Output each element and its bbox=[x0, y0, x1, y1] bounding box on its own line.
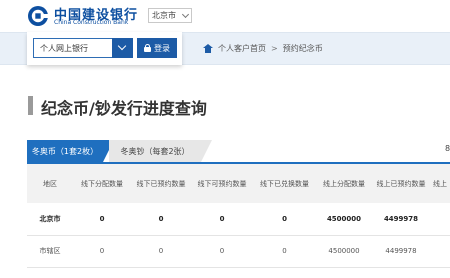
table-cell: 4500000 bbox=[326, 214, 362, 223]
lock-icon bbox=[144, 44, 151, 52]
table-cell: 0 bbox=[158, 214, 164, 223]
table-cell: 0 bbox=[99, 247, 105, 255]
table-cell bbox=[430, 203, 450, 235]
table-cell: 4500000 bbox=[328, 247, 360, 255]
table-cell: 0 bbox=[219, 247, 225, 255]
tab-olympic-coin[interactable]: 冬奥币（1套2枚） bbox=[27, 140, 114, 162]
login-button[interactable]: 登录 bbox=[137, 38, 177, 58]
progress-table: 地区 线下分配数量 线下已预约数量 线下可预约数量 线下已兑换数量 线上分配数量… bbox=[27, 162, 450, 278]
page-title: 纪念币/钞发行进度查询 bbox=[41, 99, 207, 118]
login-type-value: 个人网上银行 bbox=[40, 43, 88, 53]
ccb-logo-icon[interactable] bbox=[27, 5, 49, 27]
tab-partial[interactable]: 8 bbox=[445, 144, 450, 153]
column-header: 线下已预约数量 bbox=[136, 179, 186, 188]
table-cell bbox=[430, 235, 450, 267]
table-cell: 0 bbox=[282, 247, 287, 255]
breadcrumb-home[interactable]: 个人客户首页 bbox=[218, 43, 266, 54]
table-cell: 0 bbox=[158, 247, 164, 255]
site-header: 中国建设银行 China Construction Bank 北京市 bbox=[0, 0, 450, 32]
table-header-row: 地区 线下分配数量 线下已预约数量 线下可预约数量 线下已兑换数量 线上分配数量… bbox=[27, 164, 450, 203]
tab-label: 冬奥钞（每套2张） bbox=[120, 146, 190, 156]
table-cell: 4499978 bbox=[385, 247, 417, 255]
city-label: 北京市 bbox=[152, 11, 176, 20]
title-accent-bar bbox=[28, 96, 33, 115]
column-header: 线下可预约数量 bbox=[197, 179, 247, 188]
tab-label: 冬奥币（1套2枚） bbox=[31, 146, 99, 156]
breadcrumb: 个人客户首页 > 预约纪念币 bbox=[203, 43, 323, 54]
column-header: 线上已预约数量 bbox=[376, 179, 426, 188]
table-cell: 4499978 bbox=[383, 214, 419, 223]
breadcrumb-current: 预约纪念币 bbox=[282, 44, 323, 53]
tab-bar: 冬奥币（1套2枚） 冬奥钞（每套2张） 8 bbox=[27, 140, 450, 162]
table-cell: 0 bbox=[99, 214, 105, 223]
brand-name-en[interactable]: China Construction Bank bbox=[54, 19, 128, 26]
chevron-down-icon bbox=[181, 10, 190, 19]
column-header: 线下分配数量 bbox=[81, 179, 123, 188]
login-button-label: 登录 bbox=[154, 43, 170, 53]
table-row: 北京市 0 0 0 0 4500000 4499978 bbox=[27, 203, 450, 235]
table-cell: 0 bbox=[282, 214, 287, 223]
tab-olympic-note[interactable]: 冬奥钞（每套2张） bbox=[109, 140, 212, 162]
table-row: 市辖区 0 0 0 0 4500000 4499978 bbox=[27, 235, 450, 267]
column-header: 地区 bbox=[43, 179, 57, 188]
table-cell: 市辖区 bbox=[39, 247, 61, 255]
column-header: 线上 bbox=[433, 179, 447, 188]
column-header: 线下已兑换数量 bbox=[260, 179, 309, 188]
column-header: 线上分配数量 bbox=[323, 179, 365, 188]
table-cell: 北京市 bbox=[39, 214, 61, 223]
login-type-select[interactable]: 个人网上银行 bbox=[33, 38, 133, 58]
home-icon[interactable] bbox=[203, 44, 213, 53]
chevron-down-icon[interactable] bbox=[112, 38, 133, 58]
table-cell: 0 bbox=[219, 214, 225, 223]
login-panel: 个人网上银行 登录 bbox=[27, 32, 182, 65]
breadcrumb-separator: > bbox=[271, 44, 278, 53]
city-selector[interactable]: 北京市 bbox=[148, 8, 192, 23]
